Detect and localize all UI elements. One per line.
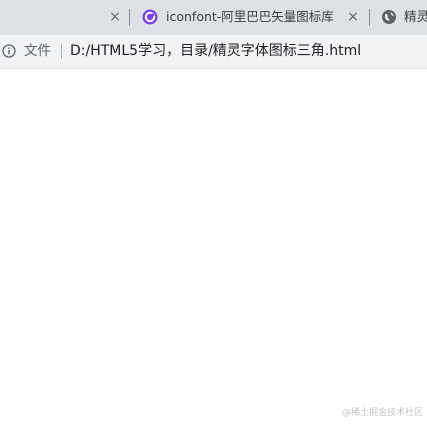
address-bar[interactable]: 文件 D:/HTML5学习，目录/精灵字体图标三角.html <box>0 35 427 69</box>
tab-close-icon[interactable]: × <box>108 8 122 26</box>
info-icon[interactable] <box>2 44 16 58</box>
watermark: @稀土掘金技术社区 <box>341 408 423 418</box>
tab-strip: × iconfont-阿里巴巴矢量图标库 × 精灵 <box>0 0 427 35</box>
url-text[interactable]: D:/HTML5学习，目录/精灵字体图标三角.html <box>70 42 361 60</box>
tab-title: 精灵 <box>404 9 427 24</box>
tab-close-icon[interactable]: × <box>346 8 360 26</box>
file-scheme-label: 文件 <box>24 43 51 59</box>
address-separator <box>61 44 62 59</box>
globe-icon <box>382 10 396 24</box>
page-content: @稀土掘金技术社区 <box>0 69 427 427</box>
tab-separator <box>369 9 370 26</box>
iconfont-logo-icon <box>142 9 158 25</box>
tab-separator <box>129 9 130 26</box>
tab-title: iconfont-阿里巴巴矢量图标库 <box>166 9 334 24</box>
